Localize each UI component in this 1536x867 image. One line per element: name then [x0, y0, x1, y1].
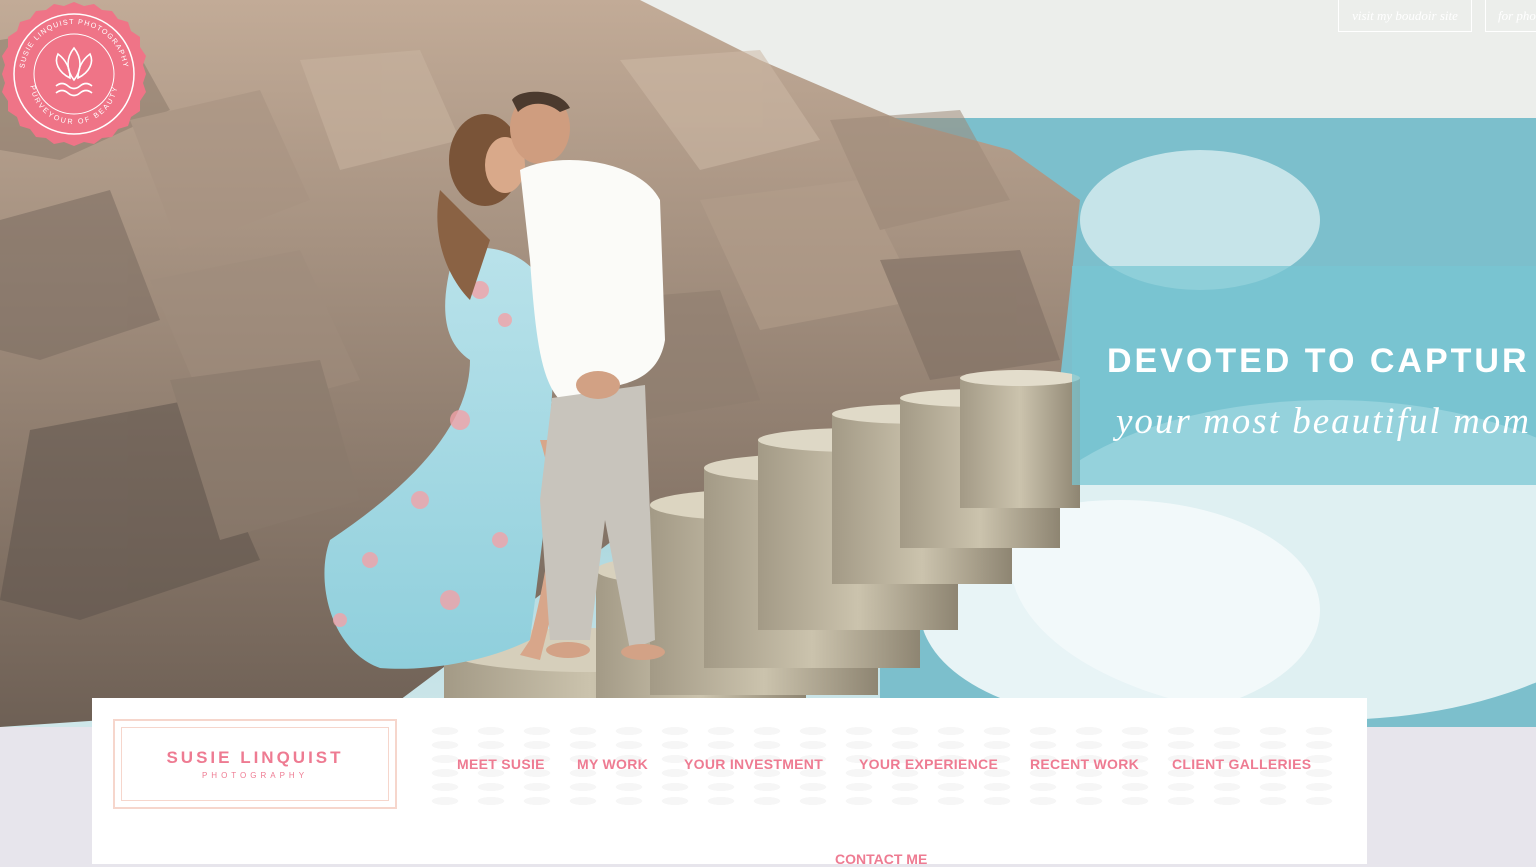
nav-client-galleries[interactable]: CLIENT GALLERIES [1172, 756, 1311, 772]
nav-recent-work[interactable]: RECENT WORK [1030, 756, 1139, 772]
nav-your-experience[interactable]: YOUR EXPERIENCE [859, 756, 998, 772]
tagline-heading: DEVOTED TO CAPTUR [1107, 342, 1530, 380]
nav-meet-susie[interactable]: MEET SUSIE [457, 756, 545, 772]
boudoir-site-link[interactable]: visit my boudoir site [1338, 0, 1472, 32]
nav-your-investment[interactable]: YOUR INVESTMENT [684, 756, 823, 772]
header-nav-card: SUSIE LINQUIST PHOTOGRAPHY MEET SUSIE MY… [92, 698, 1367, 867]
nav-contact-me[interactable]: CONTACT ME [835, 851, 927, 867]
nav-my-work[interactable]: MY WORK [577, 756, 648, 772]
tagline-subheading: your most beautiful mom [1116, 401, 1531, 442]
tagline-banner: DEVOTED TO CAPTUR your most beautiful mo… [1072, 266, 1536, 485]
photographers-link[interactable]: for pho [1485, 0, 1536, 32]
main-navigation: MEET SUSIE MY WORK YOUR INVESTMENT YOUR … [92, 756, 1367, 776]
lotus-wave-icon: SUSIE LINQUIST PHOTOGRAPHY PURVEYOUR OF … [2, 2, 146, 146]
hero-photo: visit my boudoir site for pho DEVOTED TO… [0, 0, 1536, 727]
